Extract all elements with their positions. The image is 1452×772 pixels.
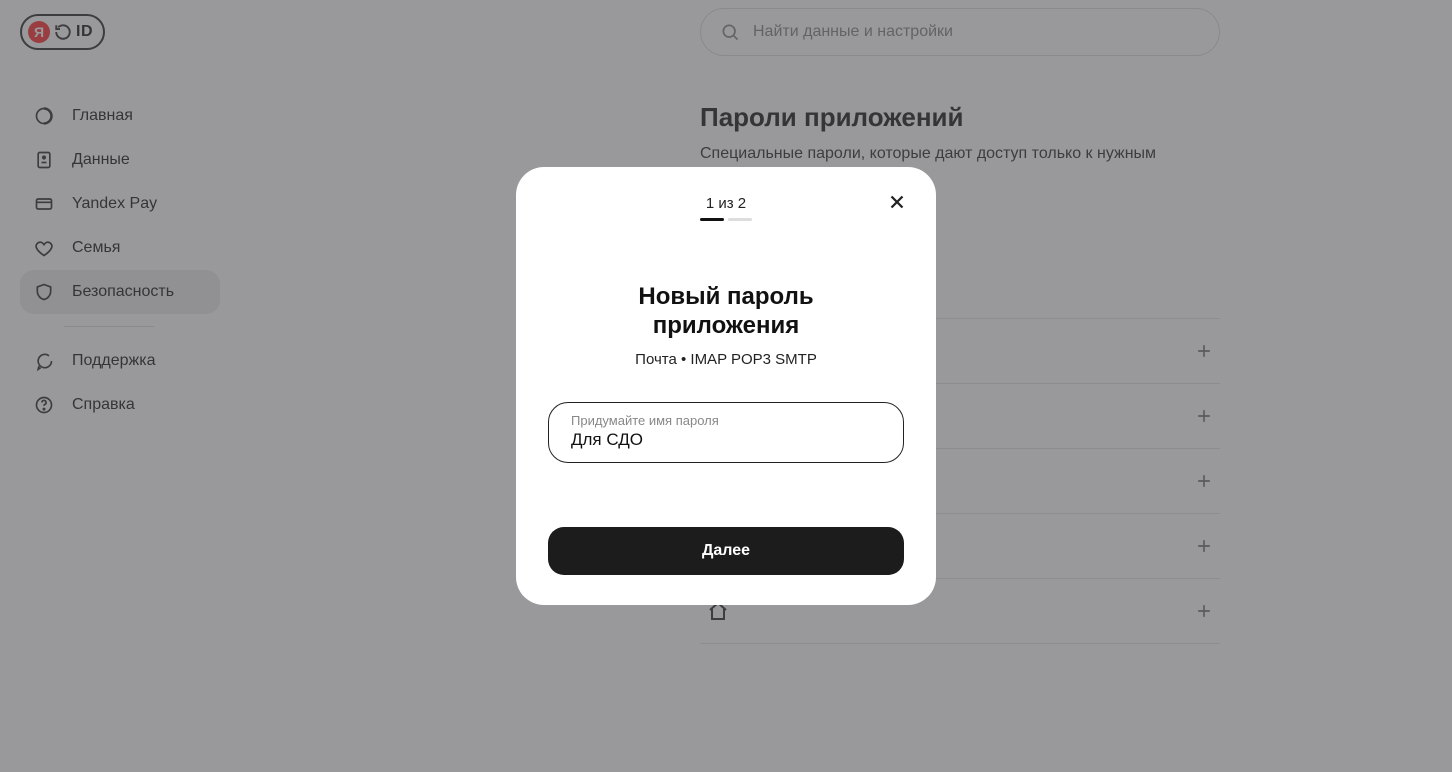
modal-subtitle: Почта • IMAP POP3 SMTP bbox=[548, 351, 904, 368]
field-label: Придумайте имя пароля bbox=[571, 413, 881, 428]
step-progress bbox=[700, 218, 752, 221]
modal-overlay: 1 из 2 Новый пароль приложения Почта • I… bbox=[0, 0, 1452, 772]
step-indicator: 1 из 2 bbox=[706, 195, 746, 212]
next-button[interactable]: Далее bbox=[548, 527, 904, 575]
new-app-password-modal: 1 из 2 Новый пароль приложения Почта • I… bbox=[516, 167, 936, 605]
password-name-input[interactable] bbox=[571, 430, 881, 450]
close-button[interactable] bbox=[886, 191, 908, 213]
modal-title: Новый пароль приложения bbox=[548, 283, 904, 341]
password-name-field[interactable]: Придумайте имя пароля bbox=[548, 402, 904, 463]
close-icon bbox=[886, 191, 908, 213]
